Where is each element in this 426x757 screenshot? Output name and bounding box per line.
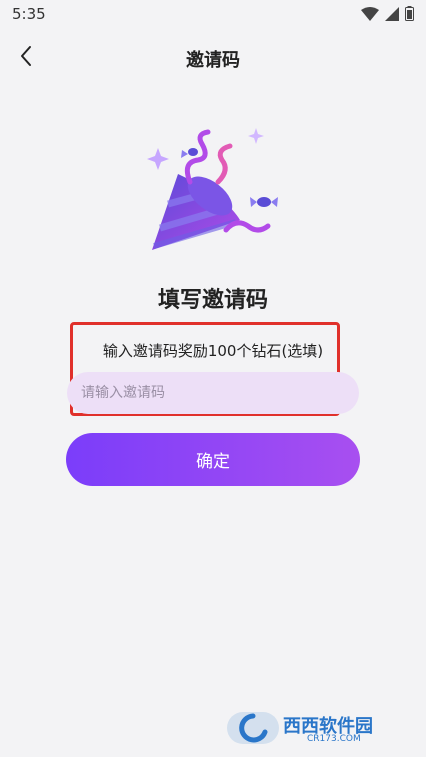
watermark-url: CR173.COM — [307, 734, 361, 744]
confirm-button[interactable]: 确定 — [66, 433, 360, 486]
wifi-icon — [361, 6, 379, 25]
watermark: 西西软件园 CR173.COM — [225, 708, 410, 748]
status-icons — [361, 6, 414, 25]
invite-heading: 填写邀请码 — [157, 288, 268, 313]
nav-bar: 邀请码 — [0, 36, 426, 80]
reward-text: 输入邀请码奖励100个钻石(选填) — [102, 342, 324, 360]
signal-icon — [385, 6, 399, 25]
status-bar: 5:35 — [0, 0, 426, 30]
page-title: 邀请码 — [186, 50, 240, 71]
battery-icon — [405, 6, 414, 25]
invite-code-input[interactable] — [67, 372, 359, 414]
status-time: 5:35 — [12, 5, 46, 23]
watermark-logo-icon — [225, 712, 281, 752]
party-popper-icon — [138, 122, 288, 262]
